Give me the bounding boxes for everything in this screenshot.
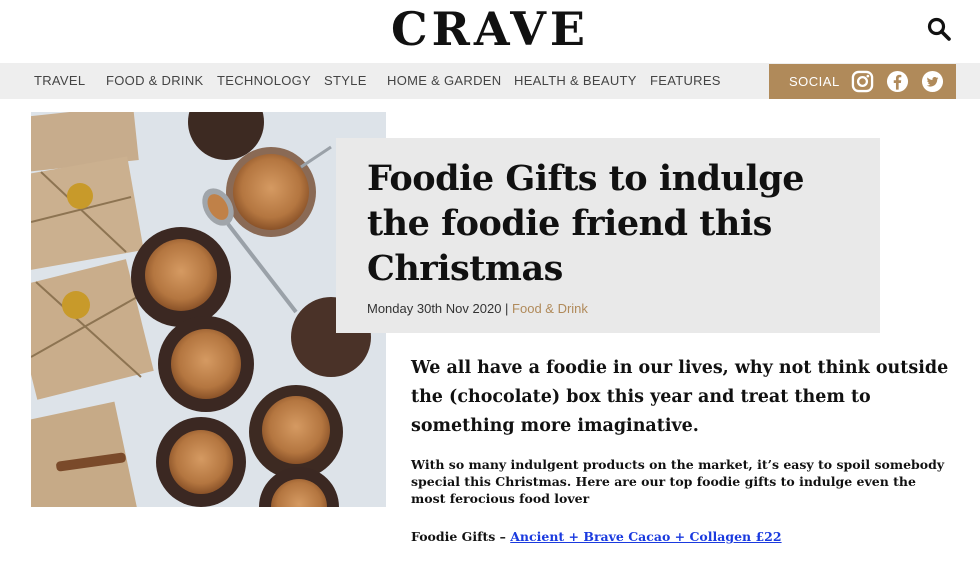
- site-header: CRAVE: [0, 0, 980, 63]
- site-logo[interactable]: CRAVE: [0, 4, 980, 54]
- gift-item-line: Foodie Gifts – Ancient + Brave Cacao + C…: [411, 529, 782, 544]
- nav-item-technology[interactable]: TECHNOLOGY: [217, 63, 311, 99]
- article-meta: Monday 30th Nov 2020 | Food & Drink: [367, 301, 588, 316]
- search-icon[interactable]: [926, 16, 952, 42]
- social-bar: SOCIAL: [769, 64, 956, 99]
- gift-item-link[interactable]: Ancient + Brave Cacao + Collagen £22: [510, 529, 781, 544]
- nav-item-features[interactable]: FEATURES: [650, 63, 721, 99]
- twitter-icon[interactable]: [921, 70, 944, 93]
- facebook-icon[interactable]: [886, 70, 909, 93]
- article-title: Foodie Gifts to indulge the foodie frien…: [367, 158, 805, 289]
- social-label: SOCIAL: [789, 74, 840, 89]
- nav-item-health-beauty[interactable]: HEALTH & BEAUTY: [514, 63, 637, 99]
- article-intro: We all have a foodie in our lives, why n…: [411, 358, 949, 436]
- nav-item-food-drink[interactable]: FOOD & DRINK: [106, 63, 204, 99]
- article-title-box: Foodie Gifts to indulge the foodie frien…: [336, 138, 880, 333]
- article-category-link[interactable]: Food & Drink: [512, 301, 588, 316]
- article-paragraph: With so many indulgent products on the m…: [411, 457, 945, 506]
- nav-item-home-garden[interactable]: HOME & GARDEN: [387, 63, 501, 99]
- hero-image: [31, 112, 386, 507]
- gift-item-prefix: Foodie Gifts –: [411, 529, 511, 544]
- nav-item-style[interactable]: STYLE: [324, 63, 367, 99]
- nav-item-travel[interactable]: TRAVEL: [34, 63, 85, 99]
- instagram-icon[interactable]: [851, 70, 874, 93]
- article-date: Monday 30th Nov 2020: [367, 301, 502, 316]
- meta-separator: |: [501, 301, 513, 316]
